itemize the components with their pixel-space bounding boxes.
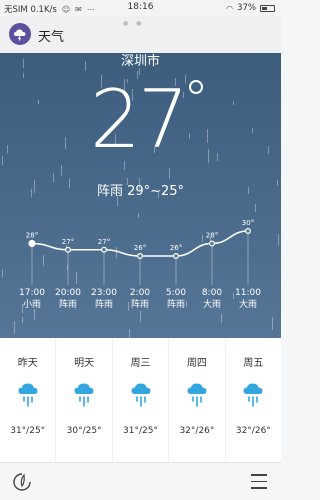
current-temperature: 27 xyxy=(90,73,189,166)
rain-icon xyxy=(242,382,264,408)
day-name: 明天 xyxy=(74,358,95,369)
temperature-point xyxy=(173,252,180,259)
page-indicator: ● ● xyxy=(123,20,145,27)
rain-streak xyxy=(169,167,171,180)
status-right: ◠ 37% xyxy=(226,3,275,13)
current-weather-panel: 深圳市 27 阵雨 29°~25° 28° 17:00 小雨 27° 20:00 阵雨 27… xyxy=(0,53,281,338)
battery-percent: 37% xyxy=(237,3,256,13)
hour-condition-label: 阵雨 xyxy=(167,298,185,310)
hour-condition-label: 大雨 xyxy=(239,298,257,310)
menu-icon[interactable] xyxy=(251,474,267,490)
hour-condition-label: 大雨 xyxy=(203,298,221,310)
day-temp-range: 32°/26° xyxy=(179,426,215,436)
app-title: 天气 xyxy=(38,30,65,45)
rain-streak xyxy=(217,153,219,161)
day-name: 周五 xyxy=(243,358,264,369)
degree-symbol xyxy=(189,80,203,94)
rain-streak xyxy=(207,149,209,163)
hour-time-label: 8:00 xyxy=(202,288,222,298)
rain-streak xyxy=(254,203,256,212)
daily-forecast: 昨天 31°/25° 明天 30°/25° 周三 31°/25° 周四 32°/… xyxy=(0,338,281,462)
rain-streak xyxy=(2,155,3,166)
temperature-label: 26° xyxy=(170,244,182,252)
bottom-bar xyxy=(0,462,281,500)
rain-streak xyxy=(60,165,62,177)
temperature-label: 27° xyxy=(98,238,110,246)
day-temp-range: 31°/25° xyxy=(123,426,158,436)
day-card[interactable]: 周三 31°/25° xyxy=(113,338,170,462)
storm-cloud-icon[interactable] xyxy=(9,23,31,45)
rain-icon xyxy=(130,382,152,408)
hour-time-label: 20:00 xyxy=(55,288,81,298)
rain-streak xyxy=(233,101,235,106)
rain-streak xyxy=(23,72,25,79)
rain-streak xyxy=(6,145,8,153)
battery-icon xyxy=(260,4,275,12)
hour-condition-label: 阵雨 xyxy=(59,298,77,310)
status-bar: 无SIM 0.1K/s ☺ ✉ ⋯ 18:16 ◠ 37% xyxy=(0,0,281,16)
day-card[interactable]: 明天 30°/25° xyxy=(56,338,113,462)
day-card[interactable]: 周四 32°/26° xyxy=(169,338,226,462)
day-card[interactable]: 昨天 31°/25° xyxy=(0,338,57,462)
temperature-point xyxy=(209,240,216,247)
temperature-label: 26° xyxy=(134,244,146,252)
hourly-forecast-chart: 28°17:00小雨27°20:00阵雨27°23:00阵雨26°2:00阵雨2… xyxy=(19,219,261,310)
temperature-label: 27° xyxy=(62,238,74,246)
day-name: 昨天 xyxy=(17,358,38,369)
day-card[interactable]: 周五 32°/26° xyxy=(226,338,281,462)
rain-streak xyxy=(268,145,270,154)
hour-time-label: 11:00 xyxy=(235,288,261,298)
wifi-icon: ◠ xyxy=(226,3,234,13)
hour-time-label: 5:00 xyxy=(166,288,186,298)
hour-condition-label: 小雨 xyxy=(23,299,41,310)
theme-icon[interactable] xyxy=(11,471,33,493)
rain-streak xyxy=(251,128,253,133)
rain-streak xyxy=(207,129,209,143)
temperature-point xyxy=(28,239,36,248)
temperature-point xyxy=(100,246,107,253)
day-temp-range: 32°/26° xyxy=(235,426,271,436)
hour-time-label: 2:00 xyxy=(130,288,150,298)
rain-icon xyxy=(73,382,95,408)
day-name: 周四 xyxy=(186,358,207,369)
hour-time-label: 23:00 xyxy=(91,288,117,298)
rain-icon xyxy=(17,382,39,408)
hour-condition-label: 阵雨 xyxy=(131,298,149,310)
hour-time-label: 17:00 xyxy=(19,288,45,298)
temperature-label: 28° xyxy=(26,232,38,240)
temperature-point xyxy=(137,252,144,259)
rain-streak xyxy=(38,99,40,104)
day-temp-range: 30°/25° xyxy=(66,426,102,436)
weather-summary: 阵雨 29°~25° xyxy=(96,184,185,199)
rain-icon xyxy=(186,382,208,408)
temperature-point xyxy=(64,246,71,253)
rain-streak xyxy=(188,133,190,139)
city-name[interactable]: 深圳市 xyxy=(0,53,281,69)
temperature-point xyxy=(245,228,252,235)
app-bar: 天气 ● ● xyxy=(0,16,281,53)
day-name: 周三 xyxy=(130,358,151,369)
hour-condition-label: 阵雨 xyxy=(95,298,113,310)
rain-streak xyxy=(64,137,66,150)
day-temp-range: 31°/25° xyxy=(10,426,46,436)
temperature-label: 28° xyxy=(206,232,218,240)
temperature-label: 30° xyxy=(242,219,254,227)
